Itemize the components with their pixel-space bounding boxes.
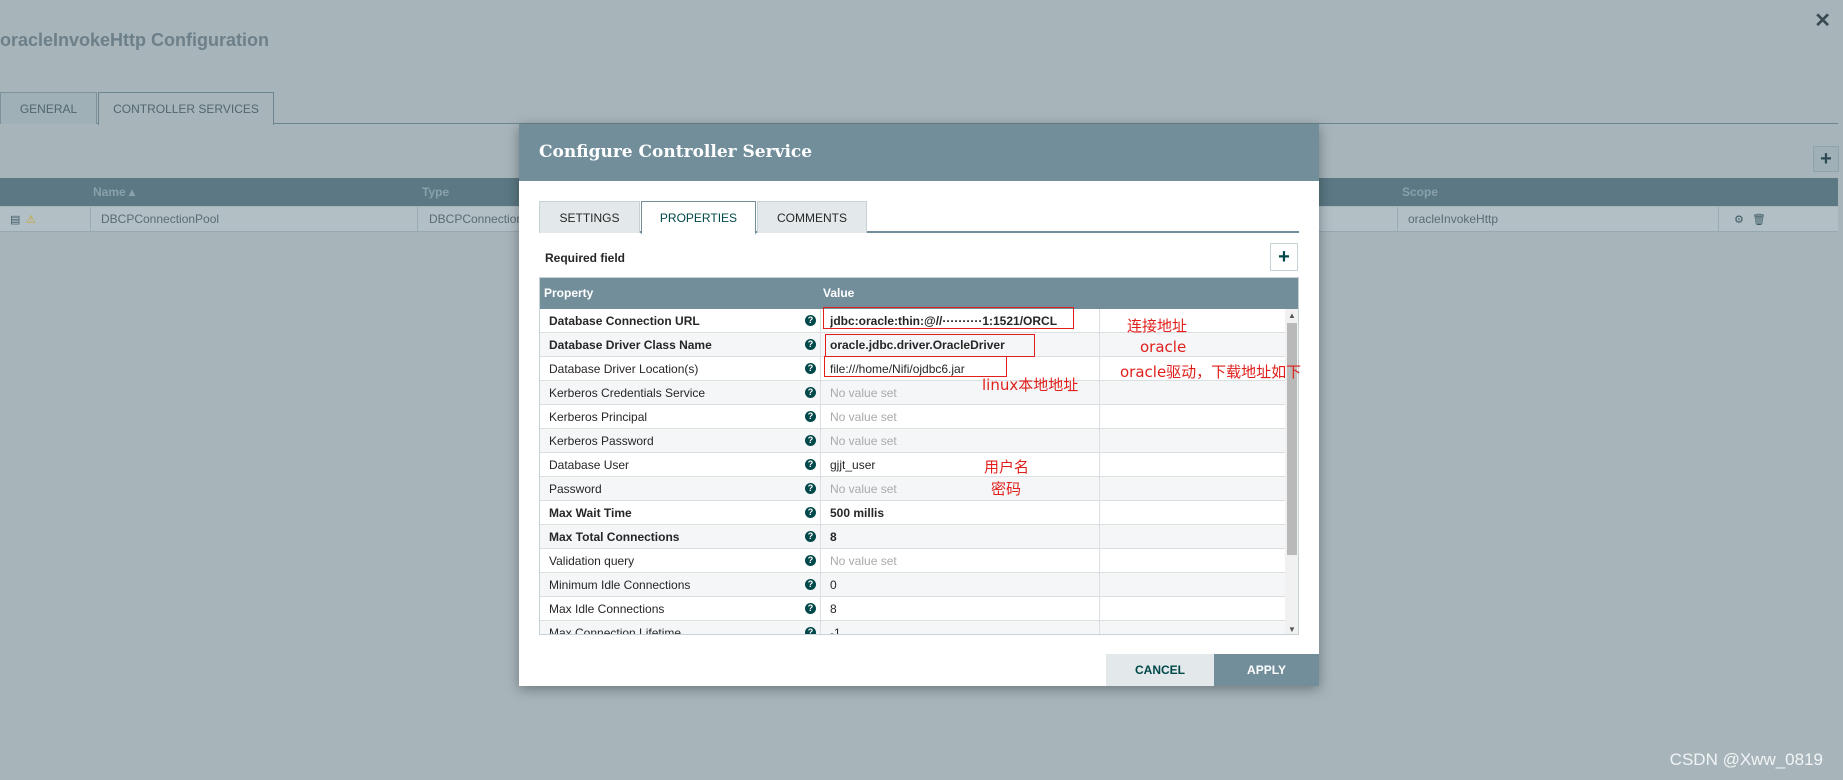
property-row[interactable]: Validation query? No value set xyxy=(540,549,1285,573)
tab-settings[interactable]: SETTINGS xyxy=(539,201,640,233)
help-icon[interactable]: ? xyxy=(805,363,816,374)
column-type-header[interactable]: Type xyxy=(422,178,449,206)
property-name: Max Connection Lifetime xyxy=(549,626,682,635)
help-icon[interactable]: ? xyxy=(805,531,816,542)
property-name: Max Total Connections xyxy=(549,530,680,544)
property-name: Kerberos Password xyxy=(549,434,654,448)
config-tab-bar: GENERAL CONTROLLER SERVICES xyxy=(0,92,1838,125)
property-value[interactable]: 8 xyxy=(830,597,1095,621)
annotation-location-note: oracle驱动，下载地址如下 xyxy=(1120,363,1302,381)
column-name-header[interactable]: Name ▴ xyxy=(93,178,135,206)
dialog-title: Configure Controller Service xyxy=(519,124,1319,181)
help-icon[interactable]: ? xyxy=(805,315,816,326)
help-icon[interactable]: ? xyxy=(805,507,816,518)
value-column-header: Value xyxy=(823,286,855,300)
help-icon[interactable]: ? xyxy=(805,459,816,470)
property-value[interactable]: No value set xyxy=(830,405,1095,429)
property-row[interactable]: Kerberos Credentials Service? No value se… xyxy=(540,381,1285,405)
property-name: Max Idle Connections xyxy=(549,602,665,616)
property-value[interactable]: 500 millis xyxy=(830,501,1095,525)
help-icon[interactable]: ? xyxy=(805,411,816,422)
property-name: Database Driver Class Name xyxy=(549,338,712,352)
property-name: Database User xyxy=(549,458,630,472)
annotation-url-note: 连接地址 xyxy=(1127,317,1188,335)
delete-icon[interactable]: 🗑 xyxy=(1752,213,1766,226)
tab-controller-services[interactable]: CONTROLLER SERVICES xyxy=(98,92,274,125)
help-icon[interactable]: ? xyxy=(805,435,816,446)
property-value[interactable]: No value set xyxy=(830,477,1095,501)
help-icon[interactable]: ? xyxy=(805,555,816,566)
property-value[interactable]: -1 xyxy=(830,621,1095,634)
config-page-title: oracleInvokeHttp Configuration xyxy=(0,30,270,50)
property-name: Database Connection URL xyxy=(549,314,700,328)
help-icon[interactable]: ? xyxy=(805,483,816,494)
properties-scrollbar[interactable]: ▲ ▼ xyxy=(1285,309,1298,634)
apply-button[interactable]: APPLY xyxy=(1214,654,1319,686)
tab-comments[interactable]: COMMENTS xyxy=(757,201,867,233)
property-value[interactable]: No value set xyxy=(830,429,1095,453)
help-icon[interactable]: ? xyxy=(805,579,816,590)
cancel-button[interactable]: CANCEL xyxy=(1106,654,1214,686)
property-name: Validation query xyxy=(549,554,635,568)
properties-table-body: Database Connection URL? jdbc:oracle:thin… xyxy=(540,309,1285,635)
service-scope: oracleInvokeHttp xyxy=(1408,212,1499,226)
property-row[interactable]: Max Idle Connections? 8 xyxy=(540,597,1285,621)
service-type: DBCPConnection xyxy=(429,212,524,226)
service-name: DBCPConnectionPool xyxy=(101,212,220,226)
property-row[interactable]: Max Connection Lifetime? -1 xyxy=(540,621,1285,635)
gear-icon[interactable]: ⚙ xyxy=(1734,213,1744,226)
scroll-down-icon[interactable]: ▼ xyxy=(1288,625,1296,634)
annotation-linux-note: linux本地地址 xyxy=(982,376,1079,394)
property-name: Max Wait Time xyxy=(549,506,632,520)
property-name: Database Driver Location(s) xyxy=(549,362,699,376)
property-row[interactable]: Max Wait Time? 500 millis xyxy=(540,501,1285,525)
scroll-thumb[interactable] xyxy=(1287,323,1297,555)
property-name: Kerberos Principal xyxy=(549,410,648,424)
tab-properties[interactable]: PROPERTIES xyxy=(641,201,756,235)
annotation-driver-note: oracle xyxy=(1140,338,1187,356)
property-value[interactable]: oracle.jdbc.driver.OracleDriver xyxy=(830,333,1095,357)
property-row[interactable]: Minimum Idle Connections? 0 xyxy=(540,573,1285,597)
property-name: Kerberos Credentials Service xyxy=(549,386,706,400)
property-value[interactable]: 0 xyxy=(830,573,1095,597)
property-name: Minimum Idle Connections xyxy=(549,578,691,592)
required-field-label: Required field xyxy=(545,251,626,265)
property-row[interactable]: Max Total Connections? 8 xyxy=(540,525,1285,549)
property-value[interactable]: 8 xyxy=(830,525,1095,549)
property-value[interactable]: gjjt_user xyxy=(830,453,1095,477)
annotation-password-note: 密码 xyxy=(991,480,1022,498)
scroll-up-icon[interactable]: ▲ xyxy=(1288,311,1296,320)
add-controller-service-button[interactable]: + xyxy=(1813,146,1839,172)
dialog-tab-bar: SETTINGS PROPERTIES COMMENTS xyxy=(539,201,1299,235)
help-icon[interactable]: ? xyxy=(805,339,816,350)
property-row[interactable]: Kerberos Principal? No value set xyxy=(540,405,1285,429)
column-scope-header[interactable]: Scope xyxy=(1402,178,1438,206)
annotation-user-note: 用户名 xyxy=(984,458,1030,476)
help-icon[interactable]: ? xyxy=(805,603,816,614)
properties-table-header: Property Value xyxy=(540,278,1298,309)
configure-controller-service-dialog: Configure Controller Service SETTINGS PR… xyxy=(519,124,1319,686)
property-row[interactable]: Password? No value set xyxy=(540,477,1285,501)
close-icon[interactable]: ✕ xyxy=(1814,8,1831,33)
property-name: Password xyxy=(549,482,602,496)
property-column-header: Property xyxy=(544,286,594,300)
property-value[interactable]: No value set xyxy=(830,549,1095,573)
tab-general[interactable]: GENERAL xyxy=(0,92,97,124)
watermark: CSDN @Xww_0819 xyxy=(1669,750,1823,769)
help-icon[interactable]: ? xyxy=(805,387,816,398)
property-row[interactable]: Kerberos Password? No value set xyxy=(540,429,1285,453)
info-icon[interactable]: ▤ xyxy=(10,213,20,226)
property-value[interactable]: jdbc:oracle:thin:@//··········1:1521/ORC… xyxy=(830,309,1095,333)
warning-icon[interactable]: ⚠ xyxy=(26,213,36,226)
help-icon[interactable]: ? xyxy=(805,627,816,634)
property-row[interactable]: Database User? gjjt_user xyxy=(540,453,1285,477)
add-property-button[interactable]: + xyxy=(1270,243,1298,271)
